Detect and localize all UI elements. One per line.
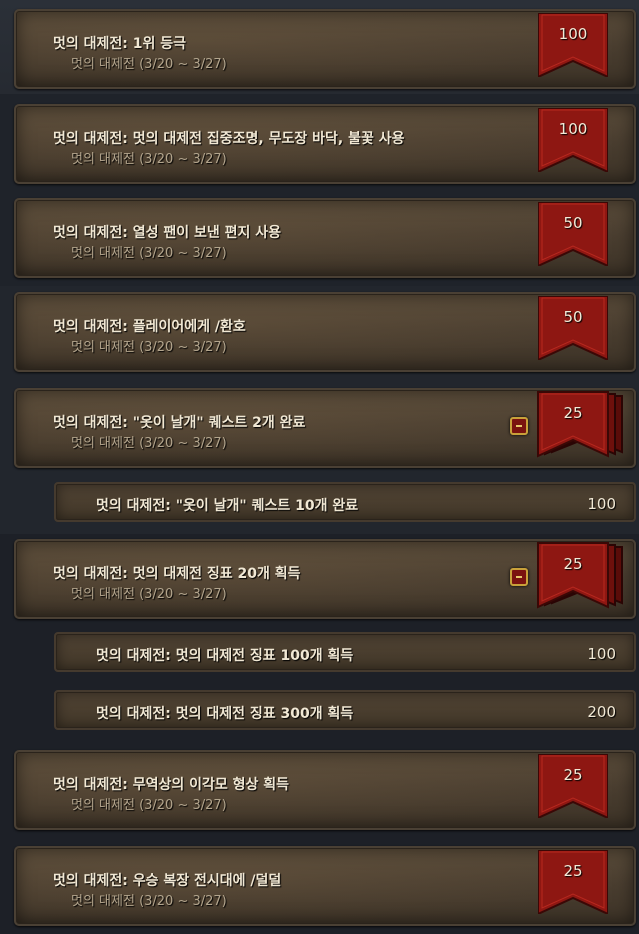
sub-achievement-title: 멋의 대제전: 멋의 대제전 징표 100개 획득 (96, 648, 354, 664)
stacked-ribbon-banner-icon: 25 (537, 391, 623, 458)
sub-achievement-points: 100 (587, 495, 616, 513)
ribbon-banner-icon: 25 (538, 754, 608, 818)
achievement-subtitle: 멋의 대제전 (3/20 ~ 3/27) (71, 340, 227, 355)
achievement-row[interactable]: 멋의 대제전: 플레이어에게 /환호 멋의 대제전 (3/20 ~ 3/27) … (14, 292, 636, 372)
expand-series-icon[interactable] (510, 417, 528, 435)
achievement-subtitle: 멋의 대제전 (3/20 ~ 3/27) (71, 798, 227, 813)
achievement-subtitle: 멋의 대제전 (3/20 ~ 3/27) (71, 436, 227, 451)
sub-achievement-points: 200 (587, 703, 616, 721)
achievement-subtitle: 멋의 대제전 (3/20 ~ 3/27) (71, 57, 227, 72)
achievement-row[interactable]: 멋의 대제전: 멋의 대제전 집중조명, 무도장 바닥, 불꽃 사용 멋의 대제… (14, 104, 636, 184)
ribbon-banner-icon: 50 (538, 296, 608, 360)
sub-achievement-title: 멋의 대제전: "옷이 날개" 퀘스트 10개 완료 (96, 498, 359, 514)
achievement-subtitle: 멋의 대제전 (3/20 ~ 3/27) (71, 587, 227, 602)
ribbon-banner-icon: 100 (538, 13, 608, 77)
achievement-row[interactable]: 멋의 대제전: 멋의 대제전 징표 20개 획득 멋의 대제전 (3/20 ~ … (14, 539, 636, 619)
achievement-title: 멋의 대제전: 멋의 대제전 집중조명, 무도장 바닥, 불꽃 사용 (53, 131, 405, 147)
achievement-points: 100 (558, 120, 588, 138)
achievement-points: 100 (558, 25, 588, 43)
achievement-points: 25 (563, 862, 583, 880)
ribbon-banner-icon: 25 (538, 850, 608, 914)
achievement-points: 25 (563, 404, 583, 422)
achievement-points: 25 (563, 766, 583, 784)
achievement-title: 멋의 대제전: 열성 팬이 보낸 편지 사용 (53, 225, 282, 241)
achievement-title: 멋의 대제전: 1위 등극 (53, 36, 187, 52)
achievement-row[interactable]: 멋의 대제전: 무역상의 이각모 형상 획득 멋의 대제전 (3/20 ~ 3/… (14, 750, 636, 830)
achievement-row[interactable]: 멋의 대제전: "옷이 날개" 퀘스트 2개 완료 멋의 대제전 (3/20 ~… (14, 388, 636, 468)
achievement-row[interactable]: 멋의 대제전: 우승 복장 전시대에 /덜덜 멋의 대제전 (3/20 ~ 3/… (14, 846, 636, 926)
sub-achievement-row[interactable]: 멋의 대제전: "옷이 날개" 퀘스트 10개 완료 100 (54, 482, 636, 522)
achievement-row[interactable]: 멋의 대제전: 열성 팬이 보낸 편지 사용 멋의 대제전 (3/20 ~ 3/… (14, 198, 636, 278)
ribbon-banner-icon: 50 (538, 202, 608, 266)
achievement-points: 50 (563, 214, 583, 232)
achievement-title: 멋의 대제전: 플레이어에게 /환호 (53, 319, 246, 335)
stacked-ribbon-banner-icon: 25 (537, 542, 623, 609)
achievement-title: 멋의 대제전: 멋의 대제전 징표 20개 획득 (53, 566, 301, 582)
sub-achievement-row[interactable]: 멋의 대제전: 멋의 대제전 징표 100개 획득 100 (54, 632, 636, 672)
achievement-title: 멋의 대제전: 우승 복장 전시대에 /덜덜 (53, 873, 282, 889)
sub-achievement-title: 멋의 대제전: 멋의 대제전 징표 300개 획득 (96, 706, 354, 722)
achievement-subtitle: 멋의 대제전 (3/20 ~ 3/27) (71, 152, 227, 167)
sub-achievement-row[interactable]: 멋의 대제전: 멋의 대제전 징표 300개 획득 200 (54, 690, 636, 730)
ribbon-banner-icon: 100 (538, 108, 608, 172)
sub-achievement-points: 100 (587, 645, 616, 663)
achievement-title: 멋의 대제전: "옷이 날개" 퀘스트 2개 완료 (53, 415, 306, 431)
achievement-subtitle: 멋의 대제전 (3/20 ~ 3/27) (71, 894, 227, 909)
achievement-points: 25 (563, 555, 583, 573)
expand-series-icon[interactable] (510, 568, 528, 586)
achievement-row[interactable]: 멋의 대제전: 1위 등극 멋의 대제전 (3/20 ~ 3/27) 100 (14, 9, 636, 89)
achievement-points: 50 (563, 308, 583, 326)
achievement-title: 멋의 대제전: 무역상의 이각모 형상 획득 (53, 777, 290, 793)
achievement-subtitle: 멋의 대제전 (3/20 ~ 3/27) (71, 246, 227, 261)
